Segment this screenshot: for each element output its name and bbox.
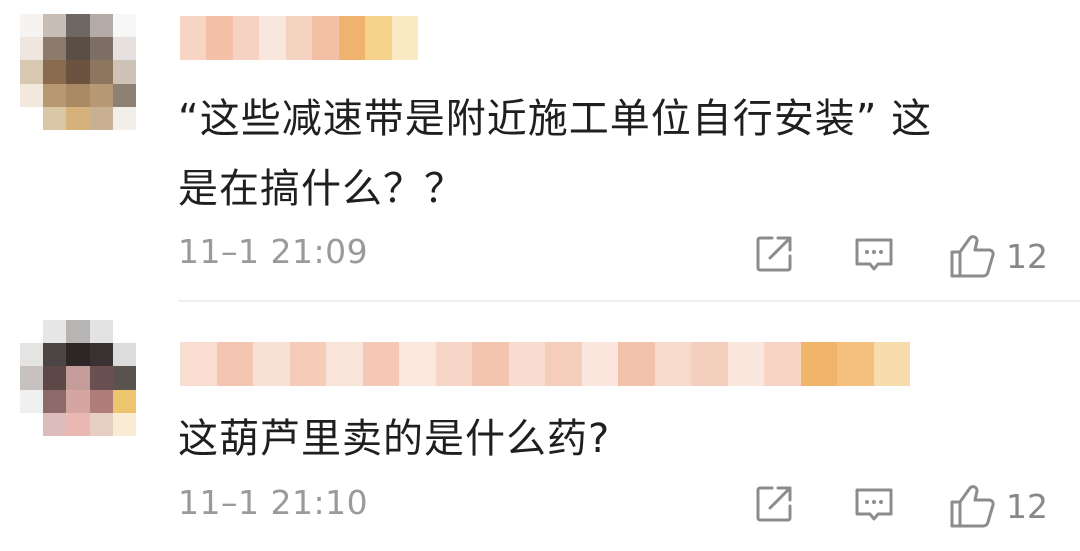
comment-actions: 12 [752, 482, 1052, 532]
like-button[interactable]: 12 [948, 232, 1048, 280]
thumbs-up-icon [950, 485, 995, 528]
like-button[interactable]: 12 [948, 482, 1048, 530]
reply-button[interactable] [852, 232, 896, 276]
comment-text-line: 是在搞什么？？ [178, 166, 465, 212]
comment-actions: 12 [752, 232, 1052, 282]
share-icon [756, 486, 792, 522]
username-blurred[interactable] [180, 342, 910, 386]
share-icon [756, 236, 792, 272]
comment-text-line: “这些减速带是附近施工单位自行安装” 这 [178, 96, 933, 142]
reply-button[interactable] [852, 482, 896, 526]
comment-text: 这葫芦里卖的是什么药? [178, 404, 1048, 474]
thumbs-up-icon [950, 235, 995, 278]
share-button[interactable] [752, 482, 796, 526]
share-button[interactable] [752, 232, 796, 276]
comment-item: 这葫芦里卖的是什么药? 11–1 21:10 12 [0, 300, 1080, 551]
avatar[interactable] [20, 320, 136, 436]
comment-time: 11–1 21:10 [178, 483, 369, 522]
like-count: 12 [1006, 236, 1048, 276]
avatar[interactable] [20, 14, 136, 130]
comment-time: 11–1 21:09 [178, 232, 369, 271]
like-count: 12 [1006, 486, 1048, 526]
comment-item: “这些减速带是附近施工单位自行安装” 这 是在搞什么？？ 11–1 21:09 … [0, 0, 1080, 300]
comment-icon [855, 488, 893, 521]
username-blurred[interactable] [180, 16, 418, 60]
comment-text-line: 这葫芦里卖的是什么药? [178, 416, 611, 462]
comment-text: “这些减速带是附近施工单位自行安装” 这 是在搞什么？？ [178, 84, 1048, 224]
comment-icon [855, 238, 893, 271]
